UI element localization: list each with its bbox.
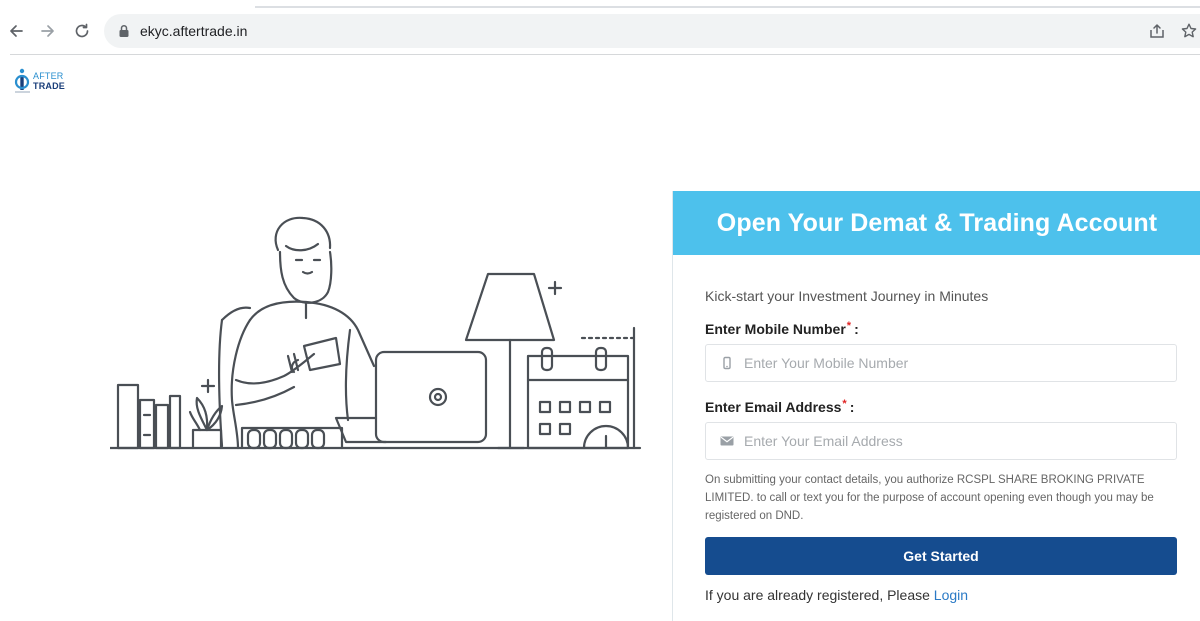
form-subtitle: Kick-start your Investment Journey in Mi… (705, 288, 989, 304)
login-prompt: If you are already registered, Please Lo… (705, 587, 968, 603)
url-text: ekyc.aftertrade.in (140, 23, 248, 39)
reload-button[interactable] (71, 20, 93, 42)
mobile-label: Enter Mobile Number*: (705, 320, 859, 337)
get-started-button[interactable]: Get Started (705, 537, 1177, 575)
mobile-field[interactable] (705, 344, 1177, 382)
email-label-text: Enter Email Address (705, 399, 842, 415)
chrome-divider (10, 54, 1200, 55)
envelope-icon (720, 436, 734, 446)
back-button[interactable] (5, 20, 27, 42)
person-at-desk-illustration (110, 216, 642, 450)
reload-icon (75, 23, 89, 38)
arrow-right-icon (41, 25, 54, 37)
email-field[interactable] (705, 422, 1177, 460)
email-label: Enter Email Address*: (705, 398, 855, 415)
tab-strip-edge (255, 6, 1200, 8)
required-asterisk: * (842, 398, 847, 410)
required-asterisk: * (846, 320, 852, 332)
mobile-input[interactable] (744, 345, 1164, 381)
email-input[interactable] (744, 423, 1164, 459)
lock-icon (119, 24, 129, 37)
logo-line-2: TRADE (33, 81, 65, 91)
card-title: Open Your Demat & Trading Account (716, 208, 1158, 237)
forward-button[interactable] (37, 20, 59, 42)
label-colon: : (854, 321, 859, 337)
arrow-left-icon (10, 25, 23, 37)
share-icon[interactable] (1148, 22, 1166, 40)
logo-wordmark: AFTER TRADE (33, 71, 65, 91)
browser-chrome: ekyc.aftertrade.in (0, 0, 1200, 56)
account-opening-card: Open Your Demat & Trading Account Kick-s… (672, 191, 1200, 621)
login-prompt-text: If you are already registered, Please (705, 587, 930, 603)
consent-text: On submitting your contact details, you … (705, 474, 1154, 522)
address-bar[interactable]: ekyc.aftertrade.in (104, 14, 1200, 48)
card-header: Open Your Demat & Trading Account (673, 191, 1200, 255)
logo-line-1: AFTER (33, 71, 64, 81)
bookmark-star-icon[interactable] (1180, 22, 1198, 40)
mobile-label-text: Enter Mobile Number (705, 321, 846, 337)
mobile-phone-icon (723, 356, 731, 370)
login-link[interactable]: Login (934, 587, 968, 603)
label-colon: : (849, 399, 855, 415)
